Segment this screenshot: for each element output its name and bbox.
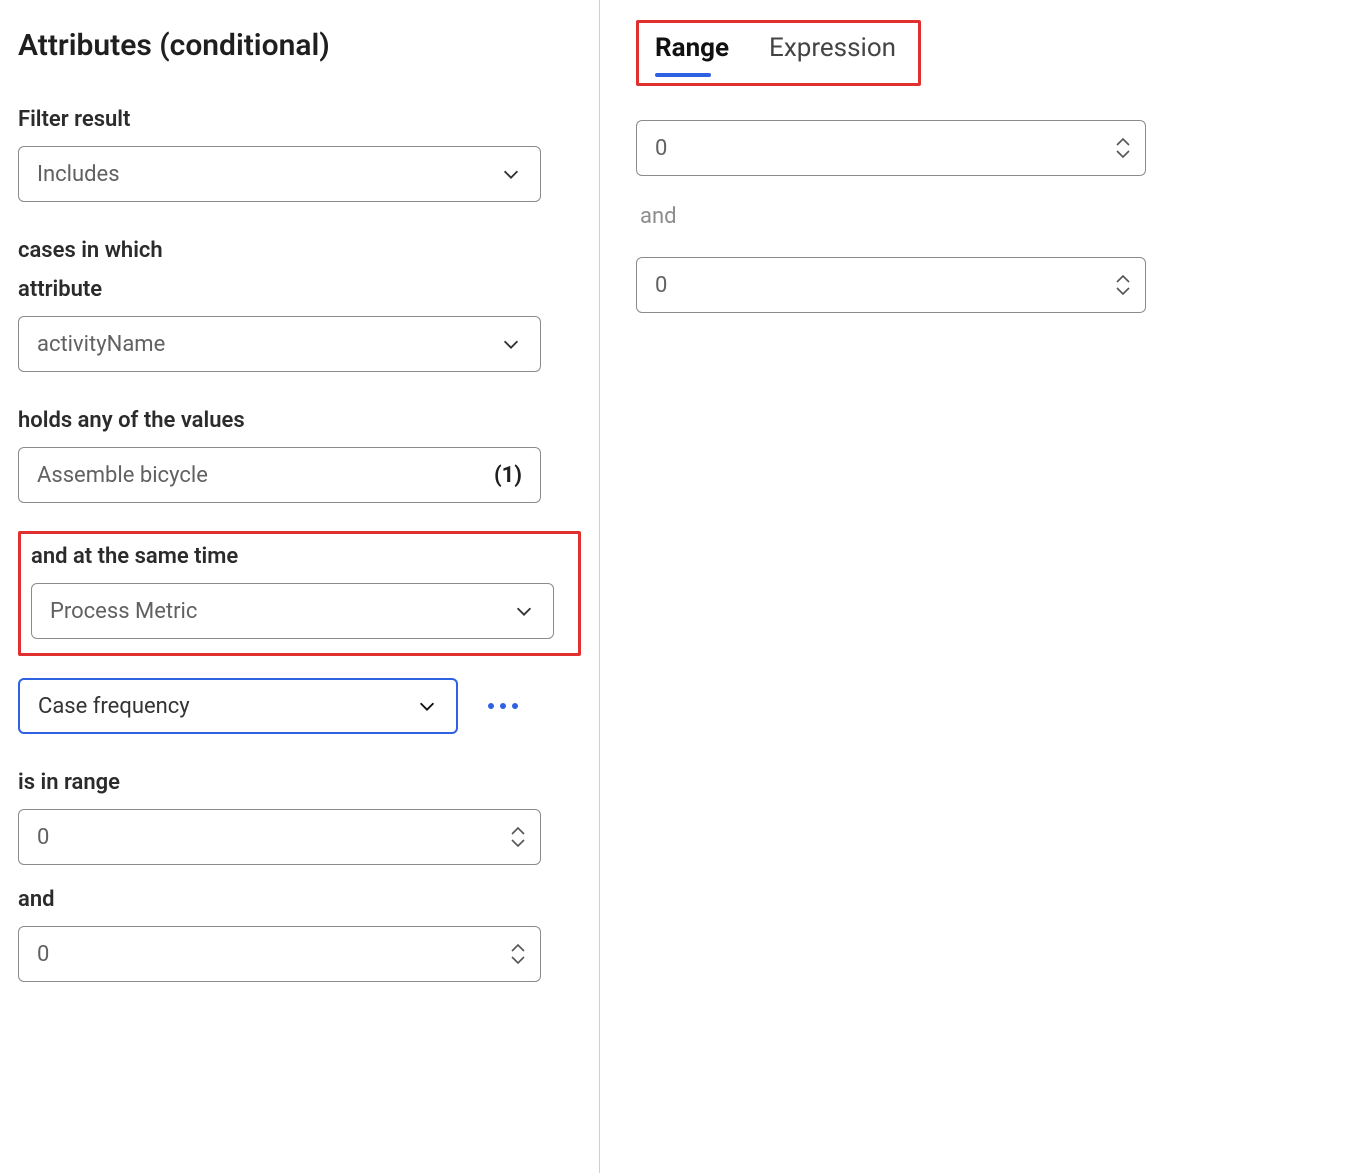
spinner-down-icon[interactable]: [510, 838, 526, 848]
right-range-from-value: 0: [655, 136, 667, 161]
range-label: is in range: [18, 770, 581, 795]
and-label: and: [18, 887, 581, 912]
spinner-down-icon[interactable]: [510, 955, 526, 965]
spinner-up-icon[interactable]: [1115, 274, 1131, 284]
filter-result-select[interactable]: Includes: [18, 146, 541, 202]
more-actions-button[interactable]: [486, 697, 520, 715]
filter-result-label: Filter result: [18, 107, 581, 132]
tabs-callout: Range Expression: [636, 20, 921, 86]
range-from-input[interactable]: 0: [18, 809, 541, 865]
right-range-to-value: 0: [655, 273, 667, 298]
same-time-select[interactable]: Process Metric: [31, 583, 554, 639]
chevron-down-icon: [513, 600, 535, 622]
range-to-value: 0: [37, 942, 49, 967]
holds-values-count: (1): [494, 463, 522, 488]
attribute-value: activityName: [37, 332, 165, 357]
spinner-down-icon[interactable]: [1115, 286, 1131, 296]
range-from-value: 0: [37, 825, 49, 850]
range-to-input[interactable]: 0: [18, 926, 541, 982]
chevron-down-icon: [500, 163, 522, 185]
chevron-down-icon: [416, 695, 438, 717]
right-and-label: and: [640, 204, 1331, 229]
spinner-up-icon[interactable]: [1115, 137, 1131, 147]
spinner-up-icon[interactable]: [510, 943, 526, 953]
right-range-to-input[interactable]: 0: [636, 257, 1146, 313]
same-time-value: Process Metric: [50, 599, 197, 624]
holds-values-label: holds any of the values: [18, 408, 581, 433]
attribute-select[interactable]: activityName: [18, 316, 541, 372]
same-time-callout: and at the same time Process Metric: [18, 531, 581, 656]
cases-in-which-label: cases in which: [18, 238, 581, 263]
holds-values-select[interactable]: Assemble bicycle (1): [18, 447, 541, 503]
metric-select[interactable]: Case frequency: [18, 678, 458, 734]
tab-expression[interactable]: Expression: [769, 33, 896, 71]
chevron-down-icon: [500, 333, 522, 355]
attribute-label: attribute: [18, 277, 581, 302]
spinner-up-icon[interactable]: [510, 826, 526, 836]
metric-value: Case frequency: [38, 694, 190, 719]
spinner-down-icon[interactable]: [1115, 149, 1131, 159]
same-time-label: and at the same time: [31, 544, 566, 569]
holds-values-value: Assemble bicycle: [37, 463, 208, 488]
tab-range[interactable]: Range: [655, 33, 729, 71]
page-title: Attributes (conditional): [18, 28, 581, 63]
right-range-from-input[interactable]: 0: [636, 120, 1146, 176]
filter-result-value: Includes: [37, 162, 120, 187]
